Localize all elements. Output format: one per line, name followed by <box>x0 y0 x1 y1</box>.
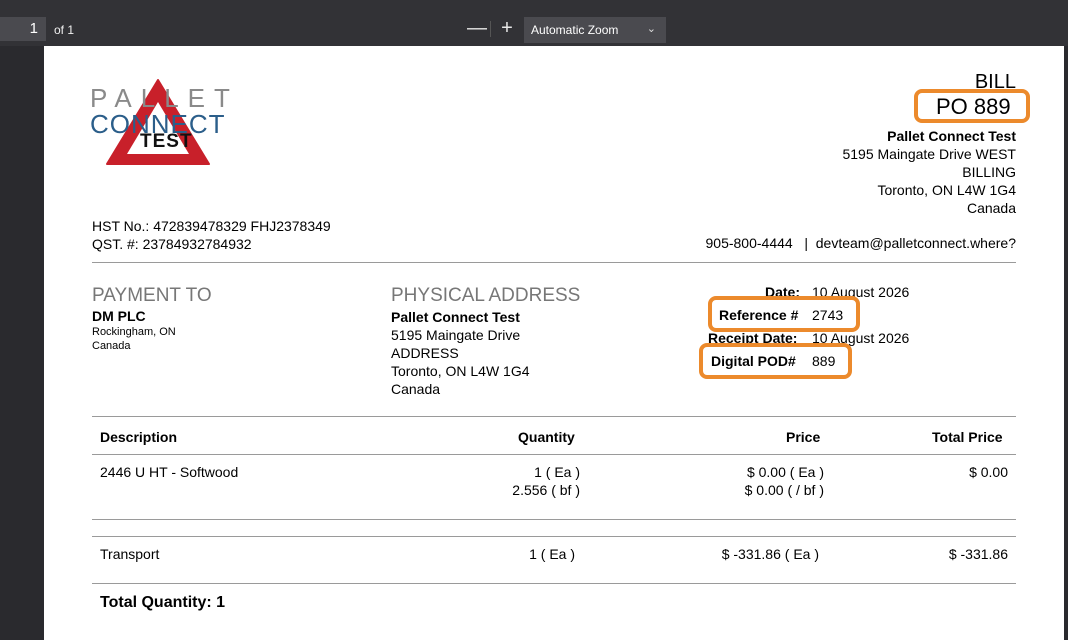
company-address-line1: 5195 Maingate Drive WEST <box>842 146 1016 162</box>
row2-price: $ -331.86 ( Ea ) <box>721 546 819 562</box>
company-city: Toronto, ON L4W 1G4 <box>877 182 1016 198</box>
row2-description: Transport <box>100 546 160 562</box>
col-total-header: Total Price <box>932 429 1003 445</box>
physical-country: Canada <box>391 381 441 397</box>
company-address: Pallet Connect Test 5195 Maingate Drive … <box>842 127 1016 217</box>
col-quantity-header: Quantity <box>518 429 575 445</box>
zoom-select-value: Automatic Zoom <box>531 23 619 37</box>
pdf-toolbar: 1 of 1 — + Automatic Zoom ⌄ <box>0 0 1068 46</box>
qst-number: QST. #: 23784932784932 <box>92 236 252 252</box>
physical-address-title: PHYSICAL ADDRESS <box>391 285 581 306</box>
payment-to-address: Rockingham, ON Canada <box>92 325 176 353</box>
physical-city: Toronto, ON L4W 1G4 <box>391 363 530 379</box>
document-page: PALLET CONNECT TEST BILL PO 889 Pallet C… <box>44 46 1064 640</box>
row2-total: $ -331.86 <box>948 546 1008 562</box>
row1-quantity: 1 ( Ea ) 2.556 ( bf ) <box>444 463 580 499</box>
contact-line: 905-800-4444 | devteam@palletconnect.whe… <box>705 235 1017 251</box>
row1-total: $ 0.00 <box>969 464 1008 480</box>
reference-value: 2743 <box>812 307 844 323</box>
page-number-input[interactable]: 1 <box>0 17 46 41</box>
payment-to-name: DM PLC <box>92 308 146 324</box>
viewer-gutter <box>0 46 44 640</box>
zoom-out-button[interactable]: — <box>464 16 490 42</box>
zoom-in-button[interactable]: + <box>494 16 520 42</box>
zoom-select[interactable]: Automatic Zoom ⌄ <box>524 17 666 43</box>
row1-description: 2446 U HT - Softwood <box>100 464 239 480</box>
physical-address-line2: ADDRESS <box>391 345 459 361</box>
col-description-header: Description <box>100 429 178 445</box>
physical-address-line1: 5195 Maingate Drive <box>391 327 521 343</box>
company-name: Pallet Connect Test <box>887 128 1016 144</box>
row1-price-bf: $ 0.00 ( / bf ) <box>744 482 824 498</box>
table-top-rule <box>92 416 1016 417</box>
page-count-label: of 1 <box>54 23 75 37</box>
tax-numbers: HST No.: 472839478329 FHJ2378349 QST. #:… <box>92 217 331 253</box>
reference-label: Reference # <box>719 307 799 323</box>
po-number: PO 889 <box>914 89 1030 123</box>
row2-rule <box>92 583 1016 584</box>
row1-price-ea: $ 0.00 ( Ea ) <box>746 464 824 480</box>
total-quantity: Total Quantity: 1 <box>100 594 226 611</box>
header-divider <box>92 262 1016 263</box>
row1-qty-ea: 1 ( Ea ) <box>534 464 580 480</box>
row2-quantity: 1 ( Ea ) <box>529 546 575 562</box>
chevron-down-icon: ⌄ <box>646 23 656 35</box>
payment-to-country: Canada <box>92 340 131 352</box>
table-header-rule <box>92 454 1016 455</box>
physical-name: Pallet Connect Test <box>391 309 520 325</box>
logo-word: TEST <box>140 131 193 152</box>
col-price-header: Price <box>786 429 821 445</box>
payment-to-title: PAYMENT TO <box>92 285 212 306</box>
hst-number: HST No.: 472839478329 FHJ2378349 <box>92 218 331 234</box>
physical-address: Pallet Connect Test 5195 Maingate Drive … <box>391 308 530 398</box>
toolbar-divider <box>490 21 491 37</box>
row2-top-rule <box>92 536 1016 537</box>
row1-rule <box>92 519 1016 520</box>
row1-qty-bf: 2.556 ( bf ) <box>512 482 580 498</box>
row1-price: $ 0.00 ( Ea ) $ 0.00 ( / bf ) <box>684 463 824 499</box>
pod-label: Digital POD# <box>711 353 796 369</box>
company-country: Canada <box>966 200 1016 216</box>
payment-to-city: Rockingham, ON <box>92 326 176 338</box>
pod-value: 889 <box>812 353 836 369</box>
company-logo: PALLET CONNECT TEST <box>90 76 240 171</box>
company-address-line2: BILLING <box>962 164 1016 180</box>
